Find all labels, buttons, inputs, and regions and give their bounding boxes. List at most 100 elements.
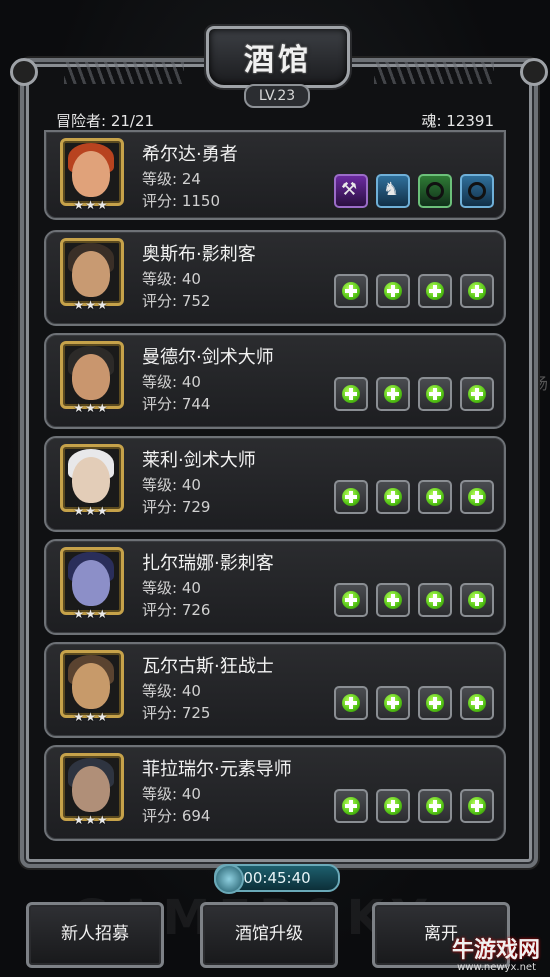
hero-card[interactable]: ★★★ 扎尔瑞娜·影刺客 等级: 40 评分: 726 (44, 539, 506, 635)
empty-equipment-slot[interactable] (334, 274, 368, 308)
hero-portrait[interactable] (60, 238, 124, 306)
equipment-slots (326, 480, 494, 514)
empty-equipment-slot[interactable] (418, 274, 452, 308)
star-rating: ★★★ (73, 298, 109, 312)
hero-card[interactable]: ★★★ 奥斯布·影刺客 等级: 40 评分: 752 (44, 230, 506, 326)
hero-score: 评分: 694 (142, 807, 211, 825)
hero-level: 等级: 40 (142, 682, 201, 700)
equipment-slots (326, 789, 494, 823)
axe-icon: ⚒ (341, 179, 358, 200)
empty-equipment-slot[interactable] (376, 789, 410, 823)
empty-equipment-slot[interactable] (334, 583, 368, 617)
hero-portrait[interactable] (60, 547, 124, 615)
hero-score: 评分: 725 (142, 704, 211, 722)
plus-icon (468, 282, 486, 300)
hero-level: 等级: 40 (142, 270, 201, 288)
hero-portrait[interactable] (60, 650, 124, 718)
empty-equipment-slot[interactable] (418, 583, 452, 617)
equipment-slot[interactable] (418, 174, 452, 208)
hero-name: 扎尔瑞娜·影刺客 (142, 553, 274, 574)
hero-portrait[interactable] (60, 444, 124, 512)
hero-name: 瓦尔古斯·狂战士 (142, 656, 274, 677)
portrait-face (72, 560, 110, 606)
plus-icon (468, 694, 486, 712)
star-rating: ★★★ (73, 401, 109, 415)
empty-equipment-slot[interactable] (376, 377, 410, 411)
hero-level: 等级: 40 (142, 785, 201, 803)
upgrade-tavern-button[interactable]: 酒馆升级 (200, 902, 338, 968)
hero-name: 莱利·剑术大师 (142, 450, 256, 471)
portrait-face (72, 766, 110, 812)
plus-icon (342, 694, 360, 712)
adventurer-count-label: 冒险者: (56, 112, 107, 130)
empty-equipment-slot[interactable] (460, 686, 494, 720)
empty-equipment-slot[interactable] (334, 686, 368, 720)
equipment-slot[interactable] (460, 174, 494, 208)
ring-icon (468, 182, 486, 200)
plus-icon (426, 591, 444, 609)
hero-score: 评分: 752 (142, 292, 211, 310)
hero-level: 等级: 40 (142, 373, 201, 391)
plus-icon (468, 488, 486, 506)
hero-card[interactable]: ★★★ 曼德尔·剑术大师 等级: 40 评分: 744 (44, 333, 506, 429)
portrait-face (72, 663, 110, 709)
site-logo: 牛游戏网 (451, 938, 540, 963)
hero-name: 奥斯布·影刺客 (142, 244, 256, 265)
empty-equipment-slot[interactable] (376, 480, 410, 514)
chain-decoration-left (64, 60, 184, 84)
plus-icon (342, 385, 360, 403)
hero-portrait[interactable] (60, 341, 124, 409)
equipment-slots: ⚒ ♞ (326, 174, 494, 208)
plus-icon (384, 694, 402, 712)
timer-value: 00:45:40 (243, 869, 311, 887)
plus-icon (426, 694, 444, 712)
empty-equipment-slot[interactable] (460, 377, 494, 411)
plus-icon (384, 797, 402, 815)
plus-icon (426, 488, 444, 506)
hero-card[interactable]: ★★★ 瓦尔古斯·狂战士 等级: 40 评分: 725 (44, 642, 506, 738)
hero-portrait[interactable] (60, 138, 124, 206)
empty-equipment-slot[interactable] (418, 789, 452, 823)
hero-card[interactable]: ★★★ 菲拉瑞尔·元素导师 等级: 40 评分: 694 (44, 745, 506, 841)
star-rating: ★★★ (73, 607, 109, 621)
empty-equipment-slot[interactable] (376, 583, 410, 617)
empty-equipment-slot[interactable] (418, 377, 452, 411)
hero-name: 曼德尔·剑术大师 (142, 347, 274, 368)
hero-card[interactable]: ★★★ 希尔达·勇者 等级: 24 评分: 1150 ⚒ ♞ (44, 130, 506, 220)
empty-equipment-slot[interactable] (334, 789, 368, 823)
empty-equipment-slot[interactable] (460, 583, 494, 617)
empty-equipment-slot[interactable] (460, 274, 494, 308)
plus-icon (468, 591, 486, 609)
plus-icon (468, 797, 486, 815)
empty-equipment-slot[interactable] (460, 480, 494, 514)
equipment-slot[interactable]: ⚒ (334, 174, 368, 208)
equipment-slots (326, 686, 494, 720)
plus-icon (426, 282, 444, 300)
soul-label: 魂: (421, 112, 442, 130)
portrait-face (72, 151, 110, 197)
portrait-face (72, 251, 110, 297)
empty-equipment-slot[interactable] (334, 377, 368, 411)
plus-icon (384, 488, 402, 506)
ring-icon (426, 182, 444, 200)
hero-score: 评分: 1150 (142, 192, 220, 210)
plus-icon (426, 797, 444, 815)
empty-equipment-slot[interactable] (418, 480, 452, 514)
empty-equipment-slot[interactable] (334, 480, 368, 514)
empty-equipment-slot[interactable] (376, 274, 410, 308)
hero-portrait[interactable] (60, 753, 124, 821)
hero-name: 希尔达·勇者 (142, 144, 238, 165)
empty-equipment-slot[interactable] (418, 686, 452, 720)
recruit-button[interactable]: 新人招募 (26, 902, 164, 968)
hero-level: 等级: 24 (142, 170, 201, 188)
plus-icon (342, 282, 360, 300)
hero-card[interactable]: ★★★ 莱利·剑术大师 等级: 40 评分: 729 (44, 436, 506, 532)
equipment-slot[interactable]: ♞ (376, 174, 410, 208)
hero-level: 等级: 40 (142, 476, 201, 494)
soul-currency: 魂: 12391 (421, 110, 494, 131)
armor-icon: ♞ (383, 179, 400, 200)
empty-equipment-slot[interactable] (376, 686, 410, 720)
plus-icon (468, 385, 486, 403)
empty-equipment-slot[interactable] (460, 789, 494, 823)
plus-icon (384, 385, 402, 403)
